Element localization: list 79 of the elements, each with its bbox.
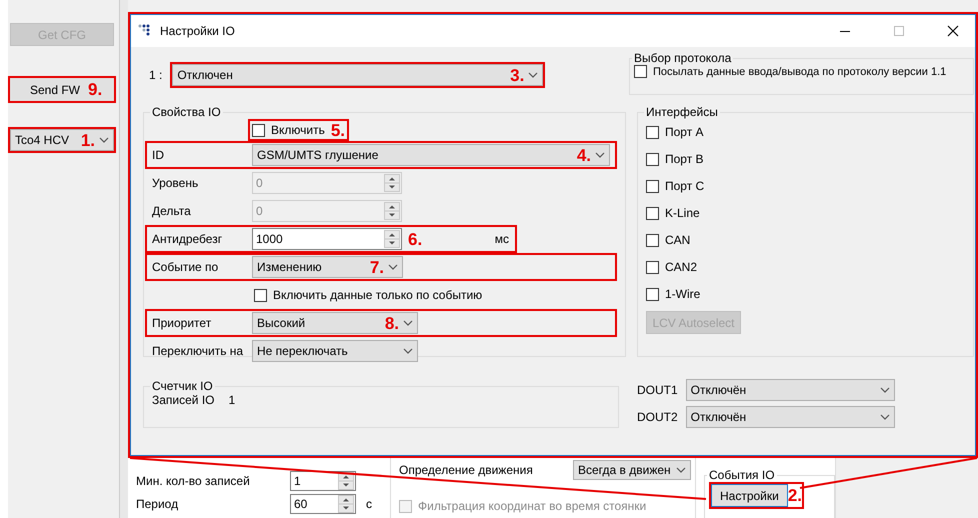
window-title: Настройки IO — [160, 24, 236, 38]
checkbox-label: Посылать данные ввода/вывода по протоколу версии 1.1 — [653, 66, 946, 78]
chevron-icon — [880, 414, 890, 420]
group-title: Свойства IO — [151, 105, 222, 119]
checkbox-label: K-Line — [665, 206, 700, 220]
checkbox-label: Порт B — [665, 152, 704, 166]
checkbox-label: Фильтрация координат во время стоянки — [418, 499, 646, 513]
annotation-number: 5. — [330, 122, 346, 138]
spin-field[interactable]: 1000 — [252, 228, 402, 250]
checkbox[interactable] — [646, 206, 659, 220]
checkbox-label: CAN2 — [665, 260, 698, 274]
spin-arrows-icon[interactable] — [338, 472, 354, 490]
dropdown[interactable]: Всегда в движен — [573, 460, 691, 480]
chevron-icon — [880, 387, 890, 393]
annotation-number: 2. — [788, 487, 802, 504]
annotation-number: 8. — [384, 314, 399, 332]
field-label: Событие по — [152, 260, 220, 274]
spin-field[interactable]: 1 — [290, 470, 356, 490]
dropdown[interactable]: Отключён — [686, 406, 895, 428]
group-title: Счетчик IO — [151, 379, 214, 393]
annotation-number: 3. — [510, 66, 524, 84]
annotation-number: 1. — [80, 132, 95, 148]
checkbox-label: 1-Wire — [665, 287, 700, 301]
checkbox[interactable] — [646, 288, 659, 300]
chevron-icon — [676, 467, 686, 473]
checkbox-label: Порт A — [665, 125, 704, 139]
checkbox[interactable] — [634, 65, 647, 78]
dropdown[interactable]: Не переключать — [252, 340, 418, 362]
checkbox[interactable] — [646, 234, 659, 246]
chevron-icon — [595, 152, 605, 158]
annotation-number: 4. — [576, 146, 591, 164]
field-label: Антидребезг — [152, 232, 224, 246]
unit-label: с — [366, 496, 372, 510]
annotation-number: 7. — [370, 258, 384, 276]
checkbox-label: CAN — [665, 233, 690, 247]
chevron-icon — [388, 264, 398, 270]
dropdown[interactable]: Изменению 7. — [252, 256, 403, 278]
field-label: DOUT1 — [637, 383, 678, 397]
dropdown[interactable]: Tco4 HCV 1. — [10, 129, 114, 151]
field-label: Записей IO — [152, 393, 215, 407]
field-label: Мин. кол-во записей — [136, 474, 251, 488]
checkbox[interactable] — [252, 124, 265, 136]
field-label: Дельта — [152, 204, 192, 218]
checkbox-label: Порт C — [665, 179, 704, 193]
field-label: Период — [136, 496, 180, 510]
field-label: ID — [152, 148, 165, 162]
app-logo-icon — [138, 24, 152, 37]
dropdown[interactable]: Отключён — [686, 379, 895, 401]
field-label: Переключить на — [152, 344, 244, 358]
dropdown[interactable]: GSM/UMTS глушение 4. — [252, 144, 610, 166]
checkbox[interactable] — [646, 260, 659, 274]
unit-label: мс — [494, 232, 509, 246]
group-title: События IO — [708, 468, 776, 482]
checkbox[interactable] — [646, 180, 659, 192]
annotation-number: 6. — [408, 230, 422, 248]
counter-value: 1 — [228, 393, 236, 407]
checkbox[interactable] — [646, 152, 659, 166]
chevron-icon — [403, 320, 413, 326]
annotation-number: 9. — [88, 81, 104, 98]
checkbox-label: Включить данные только по событию — [273, 288, 482, 302]
checkbox[interactable] — [254, 288, 267, 302]
chevron-icon — [528, 72, 538, 78]
field-label: 1 : — [149, 68, 162, 82]
spin-arrows-icon[interactable] — [338, 494, 354, 512]
chevron-icon — [403, 348, 413, 354]
settings-button[interactable]: Настройки — [711, 484, 788, 507]
dropdown[interactable]: Высокий 8. — [252, 312, 418, 334]
checkbox[interactable] — [646, 126, 659, 138]
group-title: Выбор протокола — [633, 51, 732, 65]
spin-field[interactable]: 60 — [290, 494, 356, 514]
field-label: Уровень — [152, 176, 200, 190]
field-label: DOUT2 — [637, 410, 678, 424]
checkbox-label: Включить — [271, 123, 325, 137]
spin-arrows-icon[interactable] — [384, 230, 400, 248]
field-label: Приоритет — [152, 316, 212, 330]
chevron-icon — [99, 137, 109, 143]
field-label: Определение движения — [399, 463, 533, 477]
group-title: Интерфейсы — [645, 105, 719, 119]
dropdown[interactable]: Отключен 3. — [172, 64, 544, 86]
